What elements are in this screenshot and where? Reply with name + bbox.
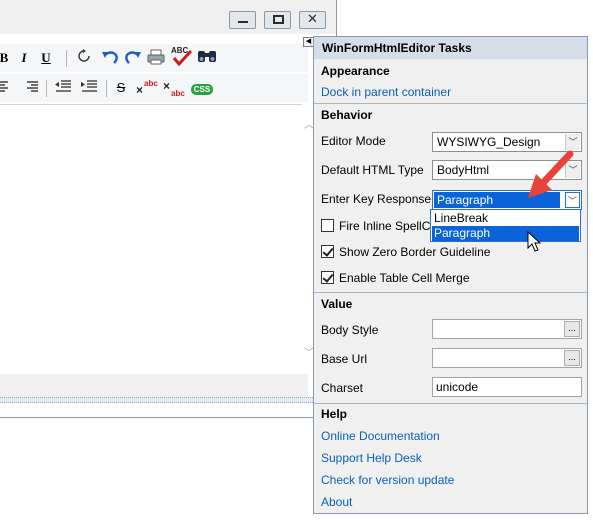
panel-title: WinFormHtmlEditor Tasks <box>314 37 587 59</box>
body-style-field[interactable]: ... <box>432 319 582 339</box>
support-help-desk-link[interactable]: Support Help Desk <box>321 451 422 465</box>
spellcheck-label: ABC <box>171 46 189 55</box>
mouse-cursor-icon <box>527 231 541 252</box>
editor-content-area[interactable] <box>0 104 302 374</box>
html-type-label: Default HTML Type <box>321 163 424 177</box>
checkbox-box[interactable] <box>321 219 334 232</box>
section-help: Help <box>321 407 348 421</box>
italic-button[interactable]: I <box>18 49 30 67</box>
editor-mode-value: WYSIWYG_Design <box>437 135 541 149</box>
redo-icon[interactable] <box>123 49 143 67</box>
editor-mode-label: Editor Mode <box>321 134 386 148</box>
zero-border-checkbox[interactable]: Show Zero Border Guideline <box>321 244 581 260</box>
align-left-icon[interactable] <box>0 79 10 97</box>
smart-tag-panel: WinFormHtmlEditor Tasks Appearance Dock … <box>313 36 588 514</box>
superscript-icon[interactable]: × abc <box>135 79 159 97</box>
svg-text:×: × <box>136 83 143 97</box>
enter-key-dropdown-list: LineBreak Paragraph <box>430 209 581 242</box>
css-icon[interactable]: CSS <box>190 79 214 97</box>
checkbox-box[interactable] <box>321 245 334 258</box>
body-style-label: Body Style <box>321 323 379 337</box>
close-button[interactable]: ✕ <box>299 11 326 29</box>
dropdown-option-paragraph[interactable]: Paragraph <box>432 226 579 241</box>
table-merge-label: Enable Table Cell Merge <box>339 271 470 285</box>
toolbar-separator <box>46 80 47 97</box>
charset-field[interactable]: unicode <box>432 377 582 397</box>
dock-parent-link[interactable]: Dock in parent container <box>321 85 451 99</box>
section-divider <box>314 103 587 104</box>
section-behavior: Behavior <box>321 108 373 122</box>
designer-selection-border <box>0 397 337 403</box>
section-divider <box>314 292 587 293</box>
underline-button[interactable]: U <box>40 49 52 67</box>
fire-spellcheck-label: Fire Inline SpellCh <box>339 219 438 233</box>
about-link[interactable]: About <box>321 495 352 509</box>
check-update-link[interactable]: Check for version update <box>321 473 454 487</box>
online-documentation-link[interactable]: Online Documentation <box>321 429 440 443</box>
close-icon: ✕ <box>307 12 318 27</box>
subscript-icon[interactable]: × abc <box>162 79 186 98</box>
section-appearance: Appearance <box>321 64 390 78</box>
editor-status-area <box>0 374 308 397</box>
formatting-toolbar: B I U ABC <box>0 44 308 72</box>
charset-value: unicode <box>436 380 479 394</box>
body-style-browse-button[interactable]: ... <box>564 321 580 337</box>
window-titlebar: ✕ <box>0 0 336 34</box>
css-label: CSS <box>190 83 214 95</box>
maximize-icon <box>273 15 284 24</box>
find-icon[interactable] <box>196 49 218 67</box>
svg-text:×: × <box>163 79 170 93</box>
print-icon[interactable] <box>146 49 166 67</box>
minimize-button[interactable] <box>229 11 256 29</box>
maximize-button[interactable] <box>264 11 291 29</box>
html-type-value: BodyHtml <box>437 163 490 177</box>
section-divider <box>314 403 587 404</box>
base-url-label: Base Url <box>321 352 368 366</box>
section-value: Value <box>321 297 353 311</box>
table-merge-checkbox[interactable]: Enable Table Cell Merge <box>321 270 581 286</box>
superscript-label: abc <box>144 79 158 88</box>
base-url-field[interactable]: ... <box>432 348 582 368</box>
toolbar-separator <box>66 50 67 67</box>
paragraph-toolbar: S × abc × abc CSS <box>0 74 308 102</box>
enter-key-label: Enter Key Response <box>321 192 432 206</box>
html-editor-window: ✕ B I U ABC S × abc × abc CSS ︿ ﹀ <box>0 0 337 418</box>
align-right-icon[interactable] <box>25 79 39 97</box>
bold-button[interactable]: B <box>0 49 9 67</box>
base-url-browse-button[interactable]: ... <box>564 350 580 366</box>
refresh-icon[interactable] <box>76 49 92 67</box>
toolbar-separator <box>106 80 107 97</box>
minimize-icon <box>238 15 248 23</box>
strikethrough-icon[interactable]: S <box>114 79 128 97</box>
checkbox-box[interactable] <box>321 271 334 284</box>
charset-label: Charset <box>321 381 364 395</box>
annotation-arrow-icon <box>528 150 574 198</box>
spellcheck-icon[interactable]: ABC <box>169 46 195 67</box>
zero-border-label: Show Zero Border Guideline <box>339 245 491 259</box>
subscript-label: abc <box>171 89 185 97</box>
dropdown-option-linebreak[interactable]: LineBreak <box>432 211 579 226</box>
outdent-icon[interactable] <box>55 79 71 97</box>
indent-icon[interactable] <box>81 79 97 97</box>
undo-icon[interactable] <box>100 49 120 67</box>
